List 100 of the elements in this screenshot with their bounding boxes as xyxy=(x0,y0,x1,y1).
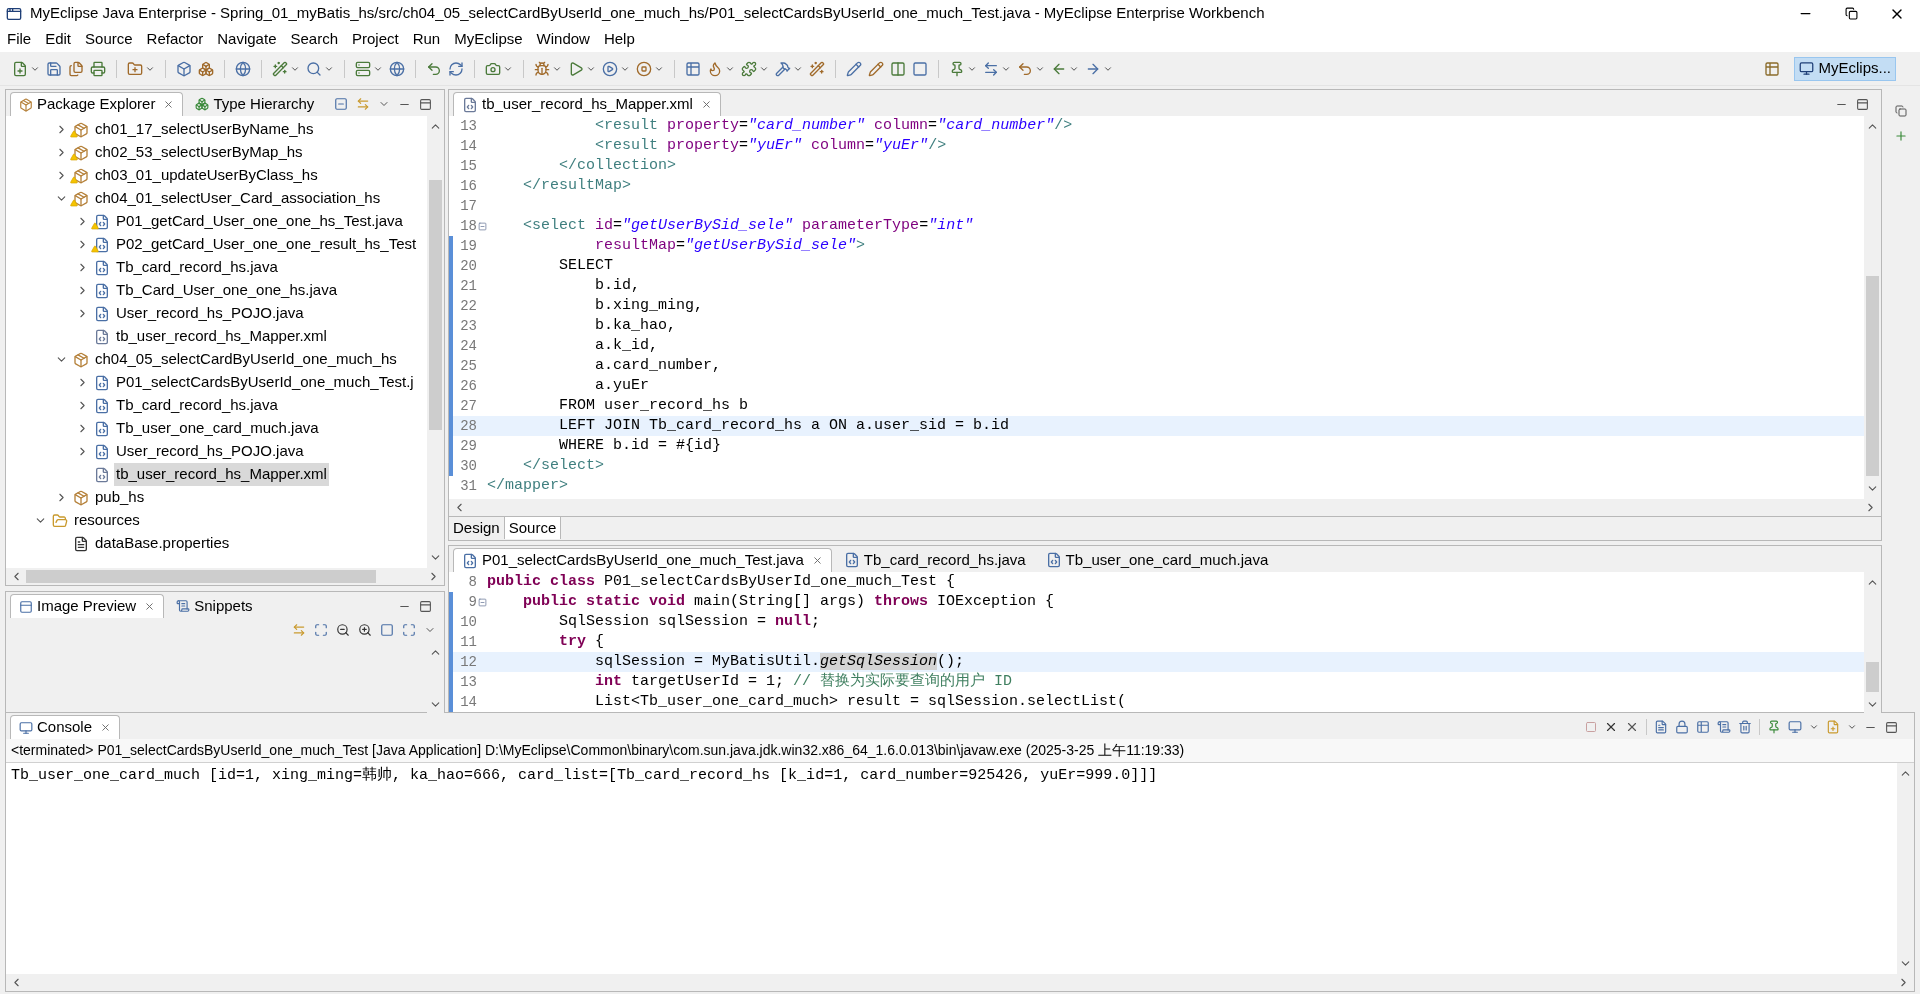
panel-tab[interactable]: Tb_card_record_hs.java xyxy=(835,548,1034,572)
menu-item[interactable]: Run xyxy=(412,28,441,51)
pin-icon[interactable] xyxy=(949,60,965,77)
globe-icon[interactable] xyxy=(389,60,405,77)
remove-launch-icon[interactable] xyxy=(1604,720,1618,734)
menu-item[interactable]: Navigate xyxy=(217,28,277,51)
save-icon[interactable] xyxy=(46,60,62,77)
hammer-icon[interactable] xyxy=(775,60,791,77)
menu-item[interactable]: Search xyxy=(290,28,338,51)
display-console-icon[interactable] xyxy=(1788,720,1802,734)
tree-item[interactable]: Tb_Card_User_one_one_hs.java xyxy=(114,279,339,302)
tree-item[interactable]: pub_hs xyxy=(93,486,147,509)
bug-icon[interactable] xyxy=(534,60,550,77)
tree-item[interactable]: Tb_user_one_card_much.java xyxy=(114,417,321,440)
tree-item[interactable]: ch01_17_selectUserByName_hs xyxy=(93,118,316,141)
view-tab[interactable]: Source xyxy=(504,517,562,539)
tree-item[interactable]: ch03_01_updateUserByClass_hs xyxy=(93,164,320,187)
undo-icon[interactable] xyxy=(426,60,442,77)
tree-item[interactable]: P01_selectCardsByUserId_one_much_Test.j xyxy=(114,371,416,394)
menu-item[interactable]: MyEclipse xyxy=(454,28,523,51)
menu-item[interactable]: File xyxy=(7,28,32,51)
fold-icon[interactable] xyxy=(477,221,487,231)
open-console-icon[interactable] xyxy=(1826,720,1840,734)
run-config-icon[interactable] xyxy=(602,60,618,77)
search-icon[interactable] xyxy=(306,60,322,77)
panel-tab[interactable]: Type Hierarchy xyxy=(187,92,323,116)
restore-icon[interactable] xyxy=(1844,7,1858,20)
vertical-scrollbar[interactable] xyxy=(1897,763,1914,974)
show-error-icon[interactable] xyxy=(1738,720,1752,734)
pencil-icon[interactable] xyxy=(868,60,884,77)
tree-item[interactable]: ch04_05_selectCardByUserId_one_much_hs xyxy=(93,348,399,371)
horizontal-scrollbar[interactable] xyxy=(6,974,1914,991)
menu-item[interactable]: Edit xyxy=(45,28,72,51)
scrollbar-thumb[interactable] xyxy=(429,180,442,430)
menu-item[interactable]: Window xyxy=(536,28,590,51)
panel-tab[interactable]: Snippets xyxy=(168,594,261,618)
scroll-lock-icon[interactable] xyxy=(1675,720,1689,734)
pencil-icon[interactable] xyxy=(846,60,862,77)
scrollbar-thumb[interactable] xyxy=(1866,662,1879,692)
zoom-in-icon[interactable] xyxy=(358,623,372,637)
scrollbar-thumb[interactable] xyxy=(1866,276,1879,476)
print-icon[interactable] xyxy=(90,60,106,77)
dropdown-caret-icon[interactable] xyxy=(1847,722,1857,732)
panel-tab[interactable]: Package Explorer xyxy=(10,92,184,116)
columns-icon[interactable] xyxy=(890,60,906,77)
tree-item[interactable]: Tb_card_record_hs.java xyxy=(114,394,280,417)
tree-item[interactable]: User_record_hs_POJO.java xyxy=(114,302,306,325)
horizontal-scrollbar[interactable] xyxy=(449,499,1881,516)
tree-item[interactable]: Tb_card_record_hs.java xyxy=(114,256,280,279)
fit-window-icon[interactable] xyxy=(402,623,416,637)
maximize-view-icon[interactable] xyxy=(1885,720,1898,734)
fold-icon[interactable] xyxy=(477,597,487,607)
tree-item[interactable]: P02_getCard_User_one_one_result_hs_Test xyxy=(114,233,419,256)
open-perspective-icon[interactable] xyxy=(1764,60,1781,77)
tree-item[interactable]: ch04_01_selectUser_Card_association_hs xyxy=(93,187,383,210)
menu-item[interactable]: Project xyxy=(352,28,399,51)
menu-item[interactable]: Refactor xyxy=(146,28,204,51)
maximize-view-icon[interactable] xyxy=(419,599,432,613)
word-wrap-icon[interactable] xyxy=(1696,720,1710,734)
panel-tab[interactable]: tb_user_record_hs_Mapper.xml xyxy=(453,92,721,116)
restore-view-icon[interactable] xyxy=(1895,105,1907,117)
tree-item[interactable]: ch02_53_selectUserByMap_hs xyxy=(93,141,305,164)
save-all-icon[interactable] xyxy=(68,60,84,77)
panel-tab[interactable]: Tb_user_one_card_much.java xyxy=(1037,548,1277,572)
maximize-view-icon[interactable] xyxy=(1856,97,1869,111)
tree-item[interactable]: tb_user_record_hs_Mapper.xml xyxy=(114,463,329,486)
collapse-all-icon[interactable] xyxy=(334,97,348,111)
panel-tab[interactable]: P01_selectCardsByUserId_one_much_Test.java xyxy=(453,548,832,572)
wand-icon[interactable] xyxy=(272,60,288,77)
new-file-icon[interactable] xyxy=(12,60,28,77)
tree-item[interactable]: dataBase.properties xyxy=(93,532,232,555)
tree-item[interactable]: resources xyxy=(72,509,142,532)
fit-icon[interactable] xyxy=(314,623,328,637)
table-icon[interactable] xyxy=(685,60,701,77)
maximize-view-icon[interactable] xyxy=(419,97,432,111)
square-icon[interactable] xyxy=(912,60,928,77)
swap-icon[interactable] xyxy=(983,60,999,77)
tree-item[interactable]: P01_getCard_User_one_one_hs_Test.java xyxy=(114,210,405,233)
server-icon[interactable] xyxy=(355,60,371,77)
horizontal-scrollbar[interactable] xyxy=(6,568,444,585)
menu-item[interactable]: Help xyxy=(603,28,635,51)
panel-tab[interactable]: Console xyxy=(10,715,121,739)
flame-icon[interactable] xyxy=(707,60,723,77)
clear-console-icon[interactable] xyxy=(1654,720,1668,734)
panel-tab[interactable]: Image Preview xyxy=(10,594,165,618)
camera-icon[interactable] xyxy=(485,60,501,77)
dropdown-caret-icon[interactable] xyxy=(1809,722,1819,732)
puzzle-icon[interactable] xyxy=(741,60,757,77)
zoom-out-icon[interactable] xyxy=(336,623,350,637)
stop-icon[interactable] xyxy=(636,60,652,77)
refresh-icon[interactable] xyxy=(448,60,464,77)
remove-all-icon[interactable] xyxy=(1625,720,1639,734)
box-icon[interactable] xyxy=(176,60,192,77)
globe-icon[interactable] xyxy=(235,60,251,77)
scrollbar-thumb[interactable] xyxy=(26,570,376,583)
menu-item[interactable]: Source xyxy=(85,28,133,51)
actual-size-icon[interactable] xyxy=(380,623,394,637)
tree-item[interactable]: User_record_hs_POJO.java xyxy=(114,440,306,463)
pin-console-icon[interactable] xyxy=(1767,720,1781,734)
perspective-button[interactable]: MyEclips... xyxy=(1794,56,1896,81)
